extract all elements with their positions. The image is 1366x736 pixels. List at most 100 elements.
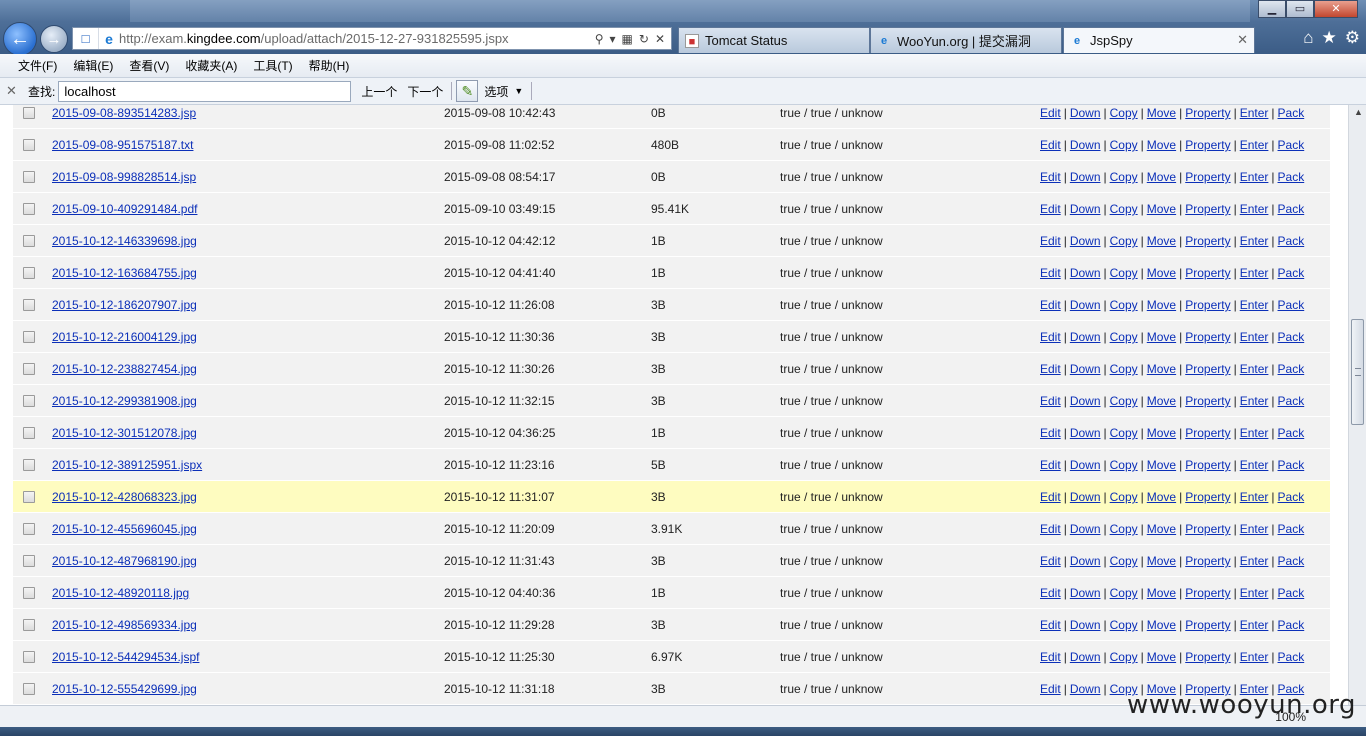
action-copy-link[interactable]: Copy <box>1110 266 1138 280</box>
search-icon[interactable]: ⚲ <box>595 32 604 46</box>
menu-view[interactable]: 查看(V) <box>129 57 169 74</box>
action-down-link[interactable]: Down <box>1070 298 1101 312</box>
action-move-link[interactable]: Move <box>1147 234 1176 248</box>
action-move-link[interactable]: Move <box>1147 554 1176 568</box>
row-checkbox[interactable] <box>23 459 35 471</box>
minimize-button[interactable]: ▁ <box>1258 0 1286 18</box>
action-enter-link[interactable]: Enter <box>1240 138 1269 152</box>
action-down-link[interactable]: Down <box>1070 202 1101 216</box>
action-edit-link[interactable]: Edit <box>1040 522 1061 536</box>
action-edit-link[interactable]: Edit <box>1040 586 1061 600</box>
table-row[interactable]: 2015-10-12-544294534.jspf 2015-10-12 11:2… <box>13 641 1330 673</box>
action-enter-link[interactable]: Enter <box>1240 266 1269 280</box>
action-down-link[interactable]: Down <box>1070 650 1101 664</box>
action-pack-link[interactable]: Pack <box>1278 554 1305 568</box>
table-row[interactable]: 2015-10-12-301512078.jpg 2015-10-12 04:36… <box>13 417 1330 449</box>
action-down-link[interactable]: Down <box>1070 458 1101 472</box>
find-prev-button[interactable]: 上一个 <box>361 83 397 100</box>
action-move-link[interactable]: Move <box>1147 298 1176 312</box>
file-name-link[interactable]: 2015-10-12-216004129.jpg <box>52 330 197 344</box>
action-move-link[interactable]: Move <box>1147 170 1176 184</box>
action-pack-link[interactable]: Pack <box>1278 458 1305 472</box>
action-copy-link[interactable]: Copy <box>1110 362 1138 376</box>
action-enter-link[interactable]: Enter <box>1240 554 1269 568</box>
address-url[interactable]: http://exam.kingdee.com/upload/attach/20… <box>119 31 595 46</box>
action-move-link[interactable]: Move <box>1147 586 1176 600</box>
find-options-button[interactable]: 选项 <box>484 83 508 100</box>
action-down-link[interactable]: Down <box>1070 394 1101 408</box>
row-checkbox[interactable] <box>23 299 35 311</box>
find-next-button[interactable]: 下一个 <box>407 83 443 100</box>
action-property-link[interactable]: Property <box>1185 650 1230 664</box>
action-pack-link[interactable]: Pack <box>1278 330 1305 344</box>
action-property-link[interactable]: Property <box>1185 426 1230 440</box>
action-down-link[interactable]: Down <box>1070 618 1101 632</box>
action-property-link[interactable]: Property <box>1185 202 1230 216</box>
table-row[interactable]: 2015-09-08-951575187.txt 2015-09-08 11:02… <box>13 129 1330 161</box>
action-down-link[interactable]: Down <box>1070 426 1101 440</box>
action-edit-link[interactable]: Edit <box>1040 426 1061 440</box>
row-checkbox[interactable] <box>23 395 35 407</box>
action-pack-link[interactable]: Pack <box>1278 490 1305 504</box>
menu-help[interactable]: 帮助(H) <box>309 57 350 74</box>
action-move-link[interactable]: Move <box>1147 362 1176 376</box>
action-down-link[interactable]: Down <box>1070 170 1101 184</box>
action-property-link[interactable]: Property <box>1185 618 1230 632</box>
action-property-link[interactable]: Property <box>1185 330 1230 344</box>
action-enter-link[interactable]: Enter <box>1240 234 1269 248</box>
action-down-link[interactable]: Down <box>1070 362 1101 376</box>
file-name-link[interactable]: 2015-10-12-163684755.jpg <box>52 266 197 280</box>
action-move-link[interactable]: Move <box>1147 458 1176 472</box>
table-row[interactable]: 2015-10-12-163684755.jpg 2015-10-12 04:41… <box>13 257 1330 289</box>
forward-button[interactable]: → <box>40 25 68 53</box>
action-pack-link[interactable]: Pack <box>1278 522 1305 536</box>
chevron-down-icon[interactable]: ▼ <box>514 86 523 96</box>
action-enter-link[interactable]: Enter <box>1240 522 1269 536</box>
action-copy-link[interactable]: Copy <box>1110 330 1138 344</box>
table-row[interactable]: 2015-10-12-487968190.jpg 2015-10-12 11:31… <box>13 545 1330 577</box>
file-name-link[interactable]: 2015-10-12-544294534.jspf <box>52 650 199 664</box>
file-name-link[interactable]: 2015-10-12-301512078.jpg <box>52 426 197 440</box>
file-name-link[interactable]: 2015-10-12-238827454.jpg <box>52 362 197 376</box>
address-bar[interactable]: □ e http://exam.kingdee.com/upload/attac… <box>72 27 672 50</box>
scroll-up-icon[interactable]: ▲ <box>1354 107 1363 117</box>
action-property-link[interactable]: Property <box>1185 522 1230 536</box>
action-pack-link[interactable]: Pack <box>1278 266 1305 280</box>
action-edit-link[interactable]: Edit <box>1040 266 1061 280</box>
action-pack-link[interactable]: Pack <box>1278 138 1305 152</box>
table-row[interactable]: 2015-09-08-893514283.jsp 2015-09-08 10:42… <box>13 105 1330 129</box>
action-copy-link[interactable]: Copy <box>1110 554 1138 568</box>
back-button[interactable]: ← <box>3 22 37 56</box>
action-pack-link[interactable]: Pack <box>1278 426 1305 440</box>
action-down-link[interactable]: Down <box>1070 682 1101 696</box>
action-enter-link[interactable]: Enter <box>1240 170 1269 184</box>
table-row[interactable]: 2015-10-12-146339698.jpg 2015-10-12 04:42… <box>13 225 1330 257</box>
row-checkbox[interactable] <box>23 267 35 279</box>
table-row[interactable]: 2015-10-12-498569334.jpg 2015-10-12 11:29… <box>13 609 1330 641</box>
action-edit-link[interactable]: Edit <box>1040 650 1061 664</box>
action-move-link[interactable]: Move <box>1147 394 1176 408</box>
compat-icon[interactable]: ▦ <box>622 32 633 46</box>
row-checkbox[interactable] <box>23 683 35 695</box>
action-pack-link[interactable]: Pack <box>1278 362 1305 376</box>
action-copy-link[interactable]: Copy <box>1110 106 1138 120</box>
menu-tools[interactable]: 工具(T) <box>253 57 292 74</box>
action-pack-link[interactable]: Pack <box>1278 202 1305 216</box>
action-property-link[interactable]: Property <box>1185 554 1230 568</box>
row-checkbox[interactable] <box>23 427 35 439</box>
action-edit-link[interactable]: Edit <box>1040 202 1061 216</box>
action-edit-link[interactable]: Edit <box>1040 170 1061 184</box>
action-down-link[interactable]: Down <box>1070 106 1101 120</box>
action-enter-link[interactable]: Enter <box>1240 106 1269 120</box>
close-window-button[interactable]: ✕ <box>1314 0 1358 18</box>
action-down-link[interactable]: Down <box>1070 330 1101 344</box>
maximize-button[interactable]: ▭ <box>1286 0 1314 18</box>
action-move-link[interactable]: Move <box>1147 522 1176 536</box>
action-edit-link[interactable]: Edit <box>1040 490 1061 504</box>
action-down-link[interactable]: Down <box>1070 522 1101 536</box>
table-row[interactable]: 2015-10-12-455696045.jpg 2015-10-12 11:20… <box>13 513 1330 545</box>
favorites-star-icon[interactable]: ★ <box>1322 28 1337 48</box>
gear-icon[interactable]: ⚙ <box>1345 28 1360 48</box>
action-pack-link[interactable]: Pack <box>1278 650 1305 664</box>
action-move-link[interactable]: Move <box>1147 330 1176 344</box>
